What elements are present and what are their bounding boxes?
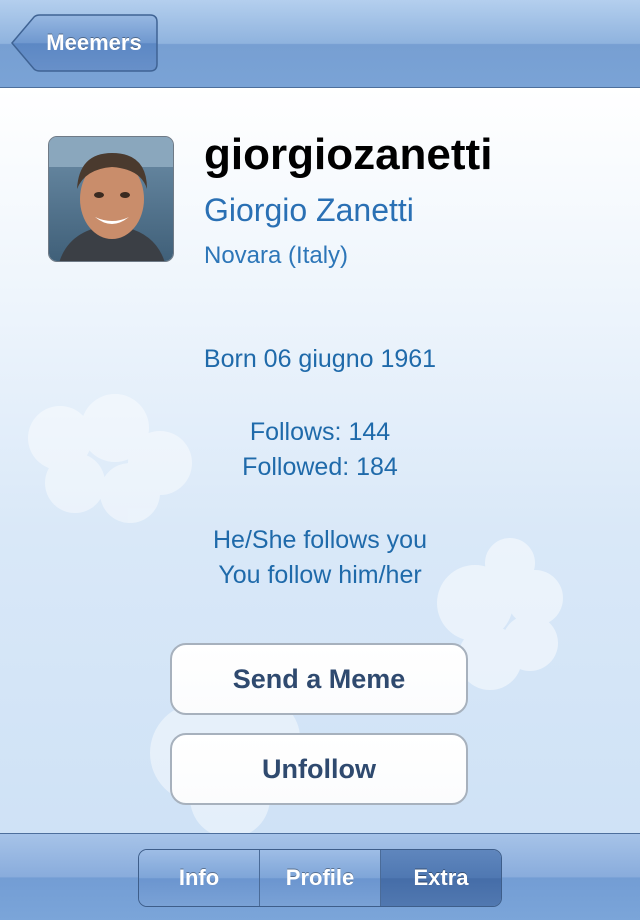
birth-date: Born 06 giugno 1961	[203, 345, 437, 373]
unfollow-button[interactable]: Unfollow	[170, 733, 468, 805]
tab-profile[interactable]: Profile	[260, 850, 381, 906]
tab-extra[interactable]: Extra	[381, 850, 501, 906]
location: Novara (Italy)	[204, 242, 349, 269]
navigation-bar: Meemers	[0, 0, 640, 88]
avatar-photo	[49, 137, 173, 261]
profile-content: giorgiozanetti Giorgio Zanetti Novara (I…	[0, 88, 640, 833]
full-name: Giorgio Zanetti	[204, 192, 414, 228]
back-button[interactable]: Meemers	[10, 14, 158, 72]
you-follow-status: You follow him/her	[218, 561, 422, 589]
send-meme-button[interactable]: Send a Meme	[170, 643, 468, 715]
username: giorgiozanetti	[204, 130, 493, 179]
follows-you-status: He/She follows you	[212, 526, 427, 554]
back-button-label: Meemers	[46, 30, 142, 55]
follows-count: Follows: 144	[249, 418, 391, 446]
followed-count: Followed: 184	[242, 453, 398, 481]
avatar	[48, 136, 174, 262]
bottom-toolbar: Info Profile Extra	[0, 833, 640, 920]
tab-info[interactable]: Info	[139, 850, 260, 906]
segmented-control: Info Profile Extra	[138, 849, 502, 907]
